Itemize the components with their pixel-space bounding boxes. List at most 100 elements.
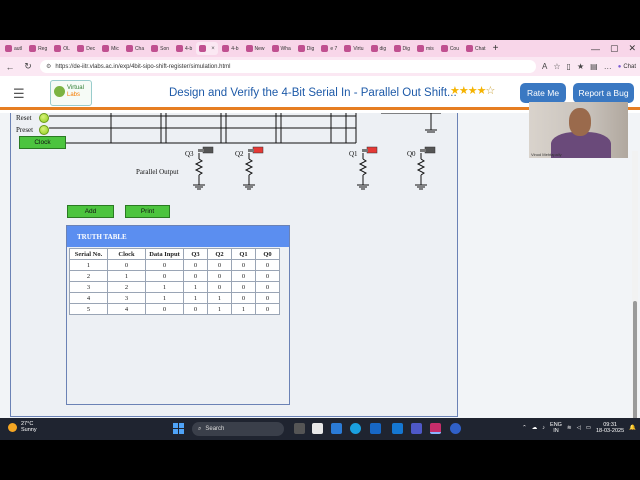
store-icon[interactable] (370, 423, 381, 434)
onedrive-icon[interactable]: ☁ (532, 425, 538, 431)
preset-switch[interactable] (39, 125, 49, 135)
table-cell: 0 (107, 259, 146, 271)
browser-tab[interactable]: 4-b (219, 42, 241, 55)
rate-me-button[interactable]: Rate Me (520, 83, 566, 103)
star-icon[interactable]: ☆ (486, 85, 496, 97)
browser-tab[interactable]: Wha (269, 42, 294, 55)
star-icon[interactable]: ★ (450, 85, 460, 97)
url-field[interactable]: ⚙ https://de-iitr.vlabs.ac.in/exp/4bit-s… (40, 60, 537, 73)
led-lead (248, 149, 254, 152)
new-tab-icon[interactable]: + (490, 43, 502, 54)
tab-favicon-icon (102, 45, 110, 52)
recording-app-icon[interactable] (430, 423, 441, 434)
browser-tab[interactable]: autl (2, 42, 25, 55)
window-controls: — ▢ ✕ (591, 40, 636, 57)
tab-favicon-icon (151, 45, 159, 52)
tab-favicon-icon (222, 45, 230, 52)
site-info-icon[interactable]: ⚙ (46, 63, 51, 70)
split-screen-icon[interactable]: ▯ (567, 62, 571, 71)
star-icon[interactable]: ★ (468, 85, 478, 97)
truth-table: Serial No. Clock Data Input Q3 Q2 Q1 Q0 100000… (69, 248, 280, 315)
minimize-icon[interactable]: — (591, 44, 600, 54)
led-lead (420, 149, 426, 152)
browser-tab[interactable]: Mic (99, 42, 122, 55)
browser-tab[interactable]: Son (148, 42, 172, 55)
hamburger-menu-icon[interactable]: ☰ (13, 86, 25, 102)
browser-tab[interactable]: Cou (438, 42, 462, 55)
battery-icon[interactable]: ▭ (586, 425, 591, 431)
read-aloud-icon[interactable]: A (542, 62, 547, 71)
browser-tab[interactable]: Dig (295, 42, 318, 55)
table-cell: 1 (183, 281, 208, 293)
browser-tab[interactable]: Chat (463, 42, 489, 55)
add-button[interactable]: Add (67, 205, 114, 218)
wifi-icon[interactable]: ≋ (567, 425, 572, 431)
page-scrollbar[interactable] (632, 151, 638, 418)
table-cell: 1 (183, 292, 208, 304)
tab-label: OL (63, 45, 70, 52)
star-icon[interactable]: ★ (459, 85, 469, 97)
browser-tab[interactable]: Cha (123, 42, 147, 55)
file-explorer-icon[interactable] (331, 423, 342, 434)
back-icon[interactable]: ← (4, 62, 16, 72)
preset-label: Preset (16, 126, 34, 134)
collections-icon[interactable]: ▤ (590, 62, 598, 71)
favorites-icon[interactable]: ★ (577, 62, 584, 71)
browser-tab[interactable]: New (243, 42, 268, 55)
browser-tab[interactable]: Reg (26, 42, 50, 55)
more-icon[interactable]: … (604, 62, 612, 71)
scrollbar-thumb[interactable] (633, 301, 637, 418)
edge-browser-icon[interactable] (350, 423, 361, 434)
star-icon[interactable]: ★ (477, 85, 487, 97)
table-cell: 0 (231, 270, 256, 282)
teams-meeting-icon[interactable] (450, 423, 461, 434)
truth-table-panel: TRUTH TABLE Serial No. Clock Data Input Q3 Q… (66, 225, 290, 405)
webcam-overlay: Vinod Mehtapally (529, 102, 628, 158)
windows-start-icon[interactable] (173, 423, 184, 434)
browser-tab[interactable]: e 7 (318, 42, 340, 55)
q0-label: Q0 (407, 150, 416, 158)
tab-close-icon[interactable]: × (211, 46, 215, 52)
tab-favicon-icon (370, 45, 378, 52)
teams-icon[interactable] (411, 423, 422, 434)
volume-icon[interactable]: ◁ (577, 425, 581, 431)
taskbar-clock[interactable]: 09:31 18-03-2025 (596, 422, 624, 434)
truth-table-header-row: Serial No. Clock Data Input Q3 Q2 Q1 Q0 (69, 248, 280, 260)
reset-switch[interactable] (39, 113, 49, 123)
favorite-icon[interactable]: ☆ (553, 62, 560, 71)
chevron-up-icon[interactable]: ⌃ (522, 425, 527, 431)
tab-favicon-icon (417, 45, 425, 52)
browser-tab[interactable]: OL (51, 42, 73, 55)
browser-tab[interactable]: mis (414, 42, 437, 55)
copilot-chat-button[interactable]: ● Chat (618, 64, 636, 70)
close-window-icon[interactable]: ✕ (628, 43, 636, 54)
weather-widget[interactable]: 27°C Sunny (8, 421, 37, 433)
table-cell: 2 (107, 281, 146, 293)
language-indicator[interactable]: ENG IN (550, 422, 562, 434)
browser-tab[interactable]: dig (368, 42, 390, 55)
column-header: Q1 (231, 248, 256, 260)
copilot-app-icon[interactable] (312, 423, 323, 434)
browser-tab[interactable]: Dig (391, 42, 414, 55)
browser-tab[interactable]: Virtu (341, 42, 366, 55)
table-cell: 0 (231, 292, 256, 304)
outlook-icon[interactable] (392, 423, 403, 434)
taskbar-search[interactable]: ⌕ Search (192, 422, 284, 436)
rating-stars[interactable]: ★★★★☆ (450, 84, 496, 97)
table-cell: 0 (255, 281, 280, 293)
virtual-labs-logo[interactable]: Virtual Labs (50, 80, 92, 106)
simulation-frame: Reset Preset Clock Q3 Q2 Q1 Q0 Parallel … (10, 113, 458, 417)
browser-tab[interactable]: × (196, 42, 219, 55)
print-button[interactable]: Print (125, 205, 170, 218)
tab-label: Dig (306, 45, 315, 52)
clock-button[interactable]: Clock (19, 136, 66, 149)
maximize-icon[interactable]: ▢ (610, 43, 619, 54)
report-bug-button[interactable]: Report a Bug (573, 83, 634, 103)
mic-icon[interactable]: ♪ (542, 425, 545, 431)
notifications-icon[interactable]: 🔔 (629, 425, 636, 431)
browser-tab[interactable]: Dec (74, 42, 98, 55)
tab-favicon-icon (125, 45, 133, 52)
browser-tab[interactable]: 4-b (173, 42, 195, 55)
task-view-icon[interactable] (294, 423, 305, 434)
reload-icon[interactable]: ↻ (22, 61, 34, 72)
